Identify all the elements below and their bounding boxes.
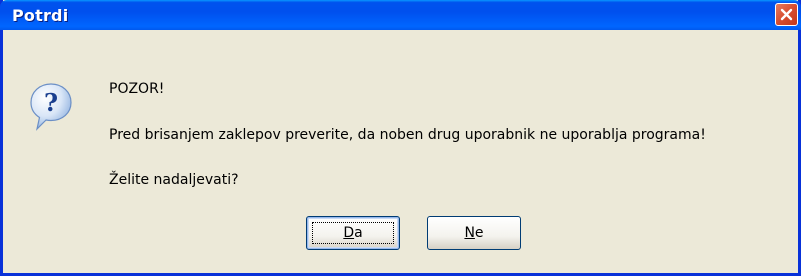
close-button[interactable] xyxy=(775,3,798,26)
window-title: Potrdi xyxy=(12,6,69,25)
yes-button[interactable]: Da xyxy=(306,216,400,250)
no-button-label: Ne xyxy=(464,225,484,241)
warning-text: Pred brisanjem zaklepov preverite, da no… xyxy=(109,127,706,143)
yes-button-label: Da xyxy=(343,225,363,241)
title-bar[interactable]: Potrdi xyxy=(0,0,801,30)
dialog-window: Potrdi ? POZOR! Pred brisanjem zaklepov … xyxy=(0,0,801,276)
question-icon: ? xyxy=(30,83,72,131)
no-button[interactable]: Ne xyxy=(427,216,521,250)
confirm-question: Želite nadaljevati? xyxy=(109,172,239,188)
warning-heading: POZOR! xyxy=(109,81,165,97)
svg-text:?: ? xyxy=(44,88,58,117)
close-icon xyxy=(780,8,793,21)
dialog-body: ? POZOR! Pred brisanjem zaklepov preveri… xyxy=(3,30,798,273)
